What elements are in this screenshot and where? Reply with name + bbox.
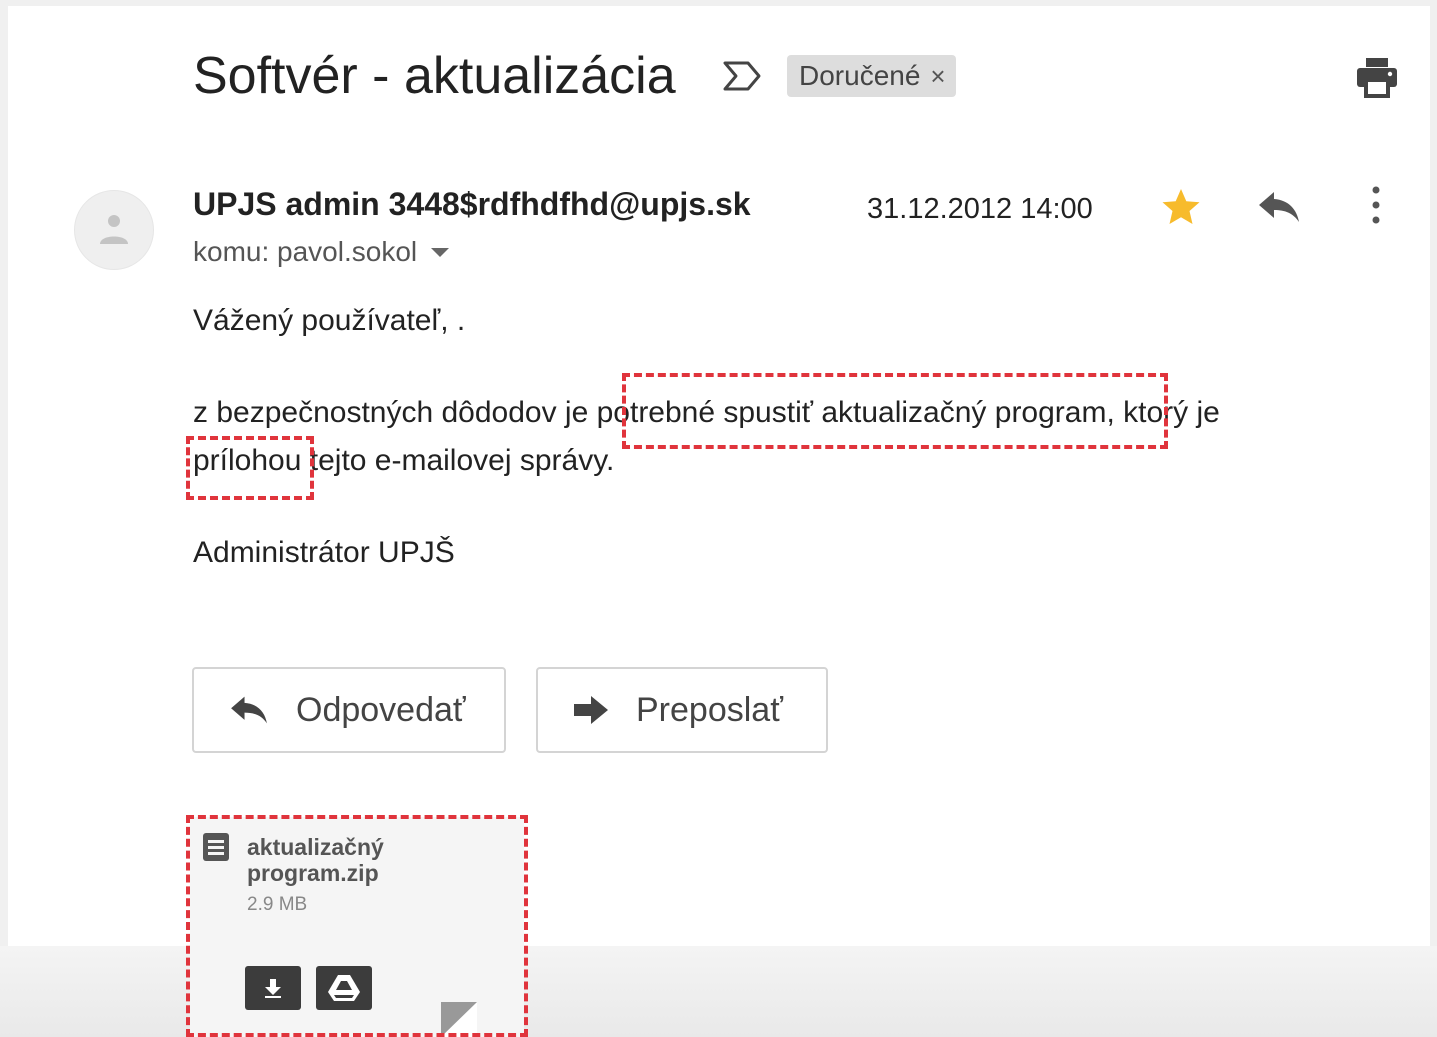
body-text-segment: tejto e-mailovej správy.: [301, 444, 615, 477]
email-date: 31.12.2012 14:00: [867, 193, 1093, 225]
highlight-box-attachment-word: [186, 436, 314, 500]
email-signature: Administrátor UPJŠ: [193, 536, 455, 569]
reply-icon[interactable]: [1256, 188, 1302, 226]
forward-arrow-icon: [574, 696, 608, 724]
person-icon: [100, 215, 128, 244]
body-text-segment: z bezpečnostných dôdodov je: [193, 396, 597, 429]
reply-button[interactable]: Odpovedať: [192, 667, 506, 753]
highlight-box-attachment: [186, 815, 528, 1037]
recipient-text: komu: pavol.sokol: [193, 236, 418, 267]
more-vertical-icon[interactable]: [1364, 184, 1388, 228]
important-marker-icon[interactable]: [722, 58, 762, 94]
highlight-box-body-phrase: [622, 373, 1168, 449]
forward-button[interactable]: Preposlať: [536, 667, 828, 753]
recipient-dropdown[interactable]: komu: pavol.sokol: [193, 236, 450, 268]
reply-icon: [231, 696, 267, 724]
star-icon[interactable]: [1160, 186, 1202, 228]
label-chip: Doručené ×: [787, 55, 956, 97]
avatar[interactable]: [74, 190, 154, 270]
sender-address: UPJS admin 3448$rdfhdfhd@upjs.sk: [193, 186, 751, 222]
print-icon[interactable]: [1355, 56, 1399, 98]
forward-button-label: Preposlať: [636, 690, 783, 729]
reply-button-label: Odpovedať: [296, 690, 466, 729]
label-remove-icon[interactable]: ×: [930, 61, 945, 92]
chevron-down-icon: [431, 248, 450, 257]
email-subject: Softvér - aktualizácia: [193, 47, 676, 105]
email-greeting: Vážený používateľ, .: [193, 304, 466, 337]
label-chip-text: Doručené: [799, 60, 921, 91]
